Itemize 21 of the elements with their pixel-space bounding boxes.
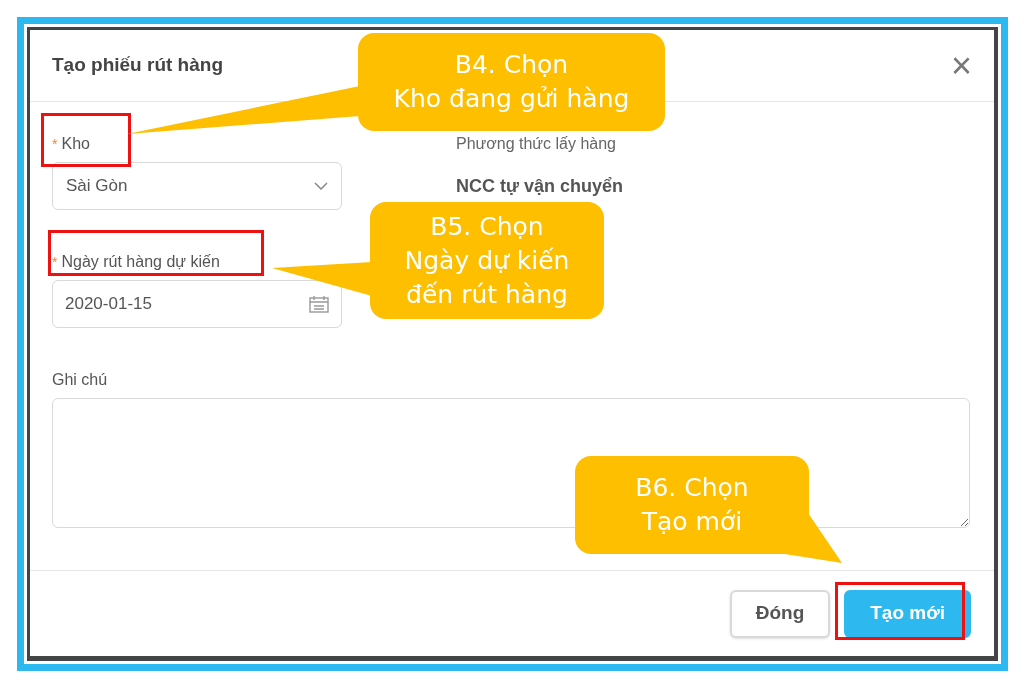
callout-text: B6. Chọn [635, 472, 749, 504]
dialog-title: Tạo phiếu rút hàng [52, 53, 223, 78]
field-value: NCC tự vận chuyển [456, 175, 624, 198]
date-field[interactable]: 2020-01-15 [52, 280, 342, 328]
callout-text: Tạo mới [641, 506, 743, 538]
field-label: Ngày rút hàng dự kiến [61, 252, 220, 272]
callout-text: B4. Chọn [454, 49, 569, 81]
field-label: Ghi chú [52, 370, 109, 390]
callout-text: Ngày dự kiến [404, 244, 570, 277]
close-button[interactable]: × [950, 47, 972, 84]
chevron-down-icon [314, 182, 328, 190]
close-button[interactable]: Đóng [729, 589, 831, 638]
warehouse-select[interactable]: Sài Gòn [52, 162, 342, 210]
callout-text: đến rút hàng [406, 278, 568, 311]
required-mark: * [52, 134, 58, 154]
callout-text: Kho đang gửi hàng [393, 83, 630, 115]
field-label: Kho [61, 134, 90, 154]
required-mark: * [52, 252, 58, 272]
calendar-icon [309, 295, 329, 313]
field-label: Phương thức lấy hàng [456, 134, 617, 154]
callout-text: B5. Chọn [430, 210, 544, 243]
